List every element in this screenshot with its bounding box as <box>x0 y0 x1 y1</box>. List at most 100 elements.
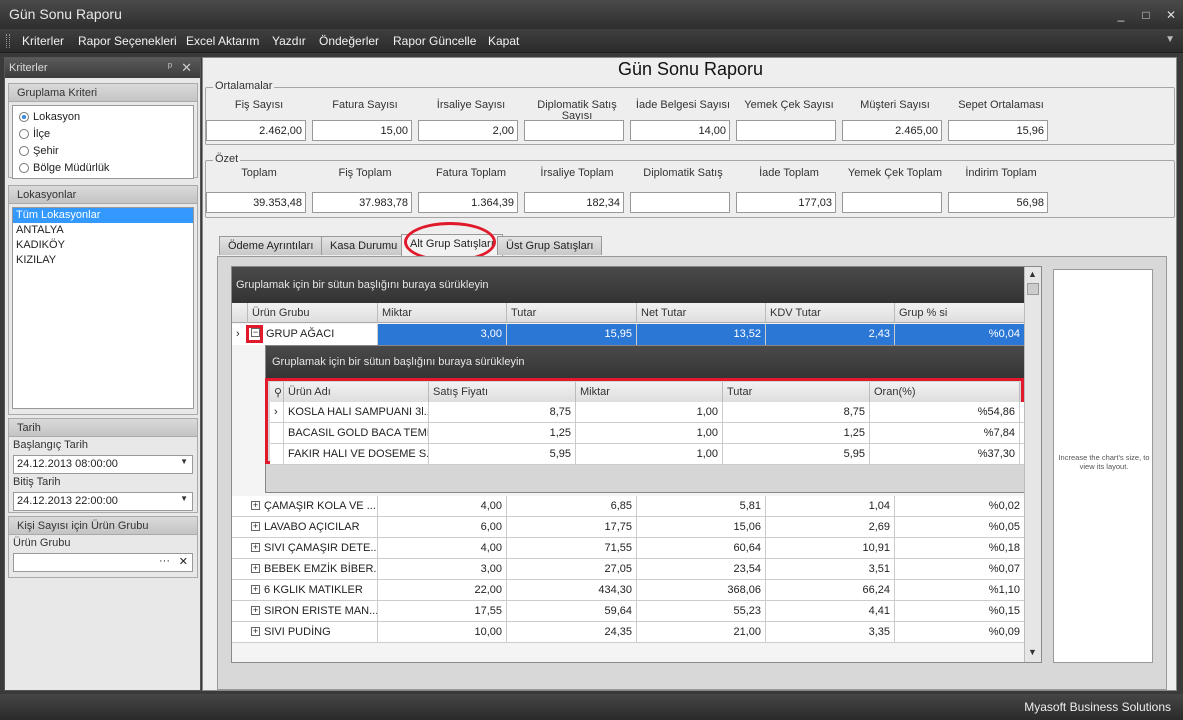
expand-icon[interactable]: + <box>251 627 260 636</box>
average-field[interactable]: 14,00 <box>630 120 730 141</box>
table-row[interactable]: + BEBEK EMZİK BİBER... 3,00 27,05 23,54 3,51%… <box>232 559 1025 580</box>
group-panel[interactable]: Gruplamak için bir sütun başlığını buray… <box>232 267 1025 303</box>
summary-field[interactable]: 37.983,78 <box>312 192 412 213</box>
tab-kasa-durumu[interactable]: Kasa Durumu <box>321 236 407 255</box>
col-header-net-tutar[interactable]: Net Tutar <box>637 303 766 323</box>
col-header-miktar[interactable]: Miktar <box>378 303 507 323</box>
pin-icon[interactable]: ᵖ <box>168 61 172 73</box>
detail-group-panel[interactable]: Gruplamak için bir sütun başlığını buray… <box>266 346 1024 380</box>
tab-content: Gruplamak için bir sütun başlığını buray… <box>217 256 1167 690</box>
menu-grip[interactable] <box>6 34 10 48</box>
summary-label: Fatura Toplam <box>435 167 507 179</box>
radio-ilce[interactable]: İlçe <box>13 125 193 142</box>
clear-icon[interactable]: ✕ <box>179 555 188 568</box>
radio-lokasyon[interactable]: Lokasyon <box>13 108 193 125</box>
scroll-down-icon[interactable]: ▼ <box>1028 647 1037 657</box>
status-bar: Myasoft Business Solutions <box>0 694 1183 720</box>
table-row[interactable]: +6 KGLIK MATIKLER 22,00 434,30 368,06 66,24%… <box>232 580 1025 601</box>
summary-label: İade Toplam <box>759 167 819 179</box>
radio-bolge-mudurluk[interactable]: Bölge Müdürlük <box>13 159 193 176</box>
average-field[interactable] <box>524 120 624 141</box>
summary-label: İndirim Toplam <box>965 167 1037 179</box>
menu-rapor-secenekleri[interactable]: Rapor Seçenekleri <box>78 34 177 48</box>
close-button[interactable]: ✕ <box>1161 6 1181 24</box>
tab-ust-grup-satislari[interactable]: Üst Grup Satışları <box>497 236 603 255</box>
row-cell: 6,85 <box>507 496 637 517</box>
summary-label: Fiş Toplam <box>338 167 392 179</box>
table-row-expanded[interactable]: › − GRUP AĞACI 3,00 15,95 13,52 2,43 %0,… <box>232 324 1025 345</box>
expand-icon[interactable]: + <box>251 522 260 531</box>
menu-kapat[interactable]: Kapat <box>488 34 519 48</box>
menu-yazdir[interactable]: Yazdır <box>272 34 306 48</box>
summary-field[interactable]: 56,98 <box>948 192 1048 213</box>
summary-field[interactable]: 182,34 <box>524 192 624 213</box>
detail-cell: BACASIL GOLD BACA TEMI... <box>284 423 429 444</box>
chevron-down-icon[interactable]: ▼ <box>180 494 188 503</box>
maximize-button[interactable]: □ <box>1136 6 1156 24</box>
expand-icon[interactable]: + <box>251 543 260 552</box>
table-row[interactable]: + SIVI ÇAMAŞIR DETE... 4,00 71,55 60,64 10,91… <box>232 538 1025 559</box>
start-date-picker[interactable]: 24.12.2013 08:00:00 ▼ <box>13 455 193 474</box>
chevron-down-icon[interactable]: ▼ <box>180 457 188 466</box>
locations-listbox[interactable]: Tüm Lokasyonlar ANTALYA KADIKÖY KIZILAY <box>12 207 194 409</box>
average-field[interactable] <box>736 120 836 141</box>
tab-odeme-ayrintilari[interactable]: Ödeme Ayrıntıları <box>219 236 323 255</box>
col-header-grup-yuzde[interactable]: Grup % si <box>895 303 1025 323</box>
product-group-field[interactable]: ··· ✕ <box>13 553 193 572</box>
row-cell: 24,35 <box>507 622 637 643</box>
row-indicator-icon <box>270 423 284 444</box>
grid-scrollbar[interactable]: ▲ ▼ <box>1024 267 1041 662</box>
row-grup-yuzde: %0,04 <box>895 324 1025 345</box>
summary-field[interactable]: 1.364,39 <box>418 192 518 213</box>
row-name: BEBEK EMZİK BİBER... <box>264 563 378 575</box>
average-field[interactable]: 2.465,00 <box>842 120 942 141</box>
detail-table-row[interactable]: BACASIL GOLD BACA TEMI... 1,25 1,00 1,25 %7,… <box>270 423 1024 444</box>
table-row[interactable]: + LAVABO AÇICILAR 6,00 17,75 15,06 2,69 %0,05 <box>232 517 1025 538</box>
location-item[interactable]: ANTALYA <box>13 223 193 238</box>
table-row[interactable]: + ÇAMAŞIR KOLA VE ... 4,00 6,85 5,81 1,04 %0,0… <box>232 496 1025 517</box>
menu-overflow-icon[interactable]: ▼ <box>1165 34 1175 45</box>
summary-field[interactable] <box>842 192 942 213</box>
location-item[interactable]: Tüm Lokasyonlar <box>13 208 193 223</box>
expand-icon[interactable]: + <box>251 606 260 615</box>
average-field[interactable]: 15,00 <box>312 120 412 141</box>
row-cell: 3,00 <box>378 559 507 580</box>
row-cell: 59,64 <box>507 601 637 622</box>
detail-table-row[interactable]: FAKIR HALI VE DOSEME S... 5,95 1,00 5,95 %37… <box>270 444 1024 465</box>
table-row[interactable]: + SIVI PUDİNG 10,00 24,35 21,00 3,35 %0,09 <box>232 622 1025 643</box>
close-icon[interactable]: ✕ <box>181 60 192 76</box>
expand-icon[interactable]: + <box>251 564 260 573</box>
end-date-picker[interactable]: 24.12.2013 22:00:00 ▼ <box>13 492 193 511</box>
row-name-cell: + ÇAMAŞIR KOLA VE ... <box>248 496 378 517</box>
average-field[interactable]: 15,96 <box>948 120 1048 141</box>
col-header-kdv-tutar[interactable]: KDV Tutar <box>766 303 895 323</box>
expand-icon[interactable]: + <box>251 501 260 510</box>
summary-field[interactable]: 177,03 <box>736 192 836 213</box>
menu-rapor-guncelle[interactable]: Rapor Güncelle <box>393 34 476 48</box>
minimize-button[interactable]: _ <box>1111 6 1131 24</box>
average-field[interactable]: 2,00 <box>418 120 518 141</box>
menu-kriterler[interactable]: Kriterler <box>22 34 64 48</box>
end-date-label: Bitiş Tarih <box>13 476 61 488</box>
row-name-cell: + SIVI PUDİNG <box>248 622 378 643</box>
browse-icon[interactable]: ··· <box>159 555 170 567</box>
product-group-title: Kişi Sayısı için Ürün Grubu <box>9 517 197 535</box>
average-field[interactable]: 2.462,00 <box>206 120 306 141</box>
detail-table-row[interactable]: › KOSLA HALI SAMPUANI 3l... 8,75 1,00 8,75 %5… <box>270 402 1024 423</box>
radio-sehir[interactable]: Şehir <box>13 142 193 159</box>
scroll-thumb[interactable] <box>1027 283 1039 295</box>
col-header-tutar[interactable]: Tutar <box>507 303 637 323</box>
scroll-up-icon[interactable]: ▲ <box>1028 269 1037 279</box>
col-header-urun-grubu[interactable]: Ürün Grubu <box>248 303 378 323</box>
summary-field[interactable] <box>630 192 730 213</box>
average-label: Diplomatik Satış Sayısı <box>537 99 617 122</box>
summary-field[interactable]: 39.353,48 <box>206 192 306 213</box>
row-cell: 4,41 <box>766 601 895 622</box>
table-row[interactable]: + SIRON ERISTE MAN... 17,55 59,64 55,23 4,41%… <box>232 601 1025 622</box>
menu-excel-aktarim[interactable]: Excel Aktarım <box>186 34 259 48</box>
expand-icon[interactable]: + <box>251 585 260 594</box>
location-item[interactable]: KADIKÖY <box>13 238 193 253</box>
row-cell: 2,69 <box>766 517 895 538</box>
menu-ondegerler[interactable]: Öndeğerler <box>319 34 379 48</box>
location-item[interactable]: KIZILAY <box>13 253 193 268</box>
